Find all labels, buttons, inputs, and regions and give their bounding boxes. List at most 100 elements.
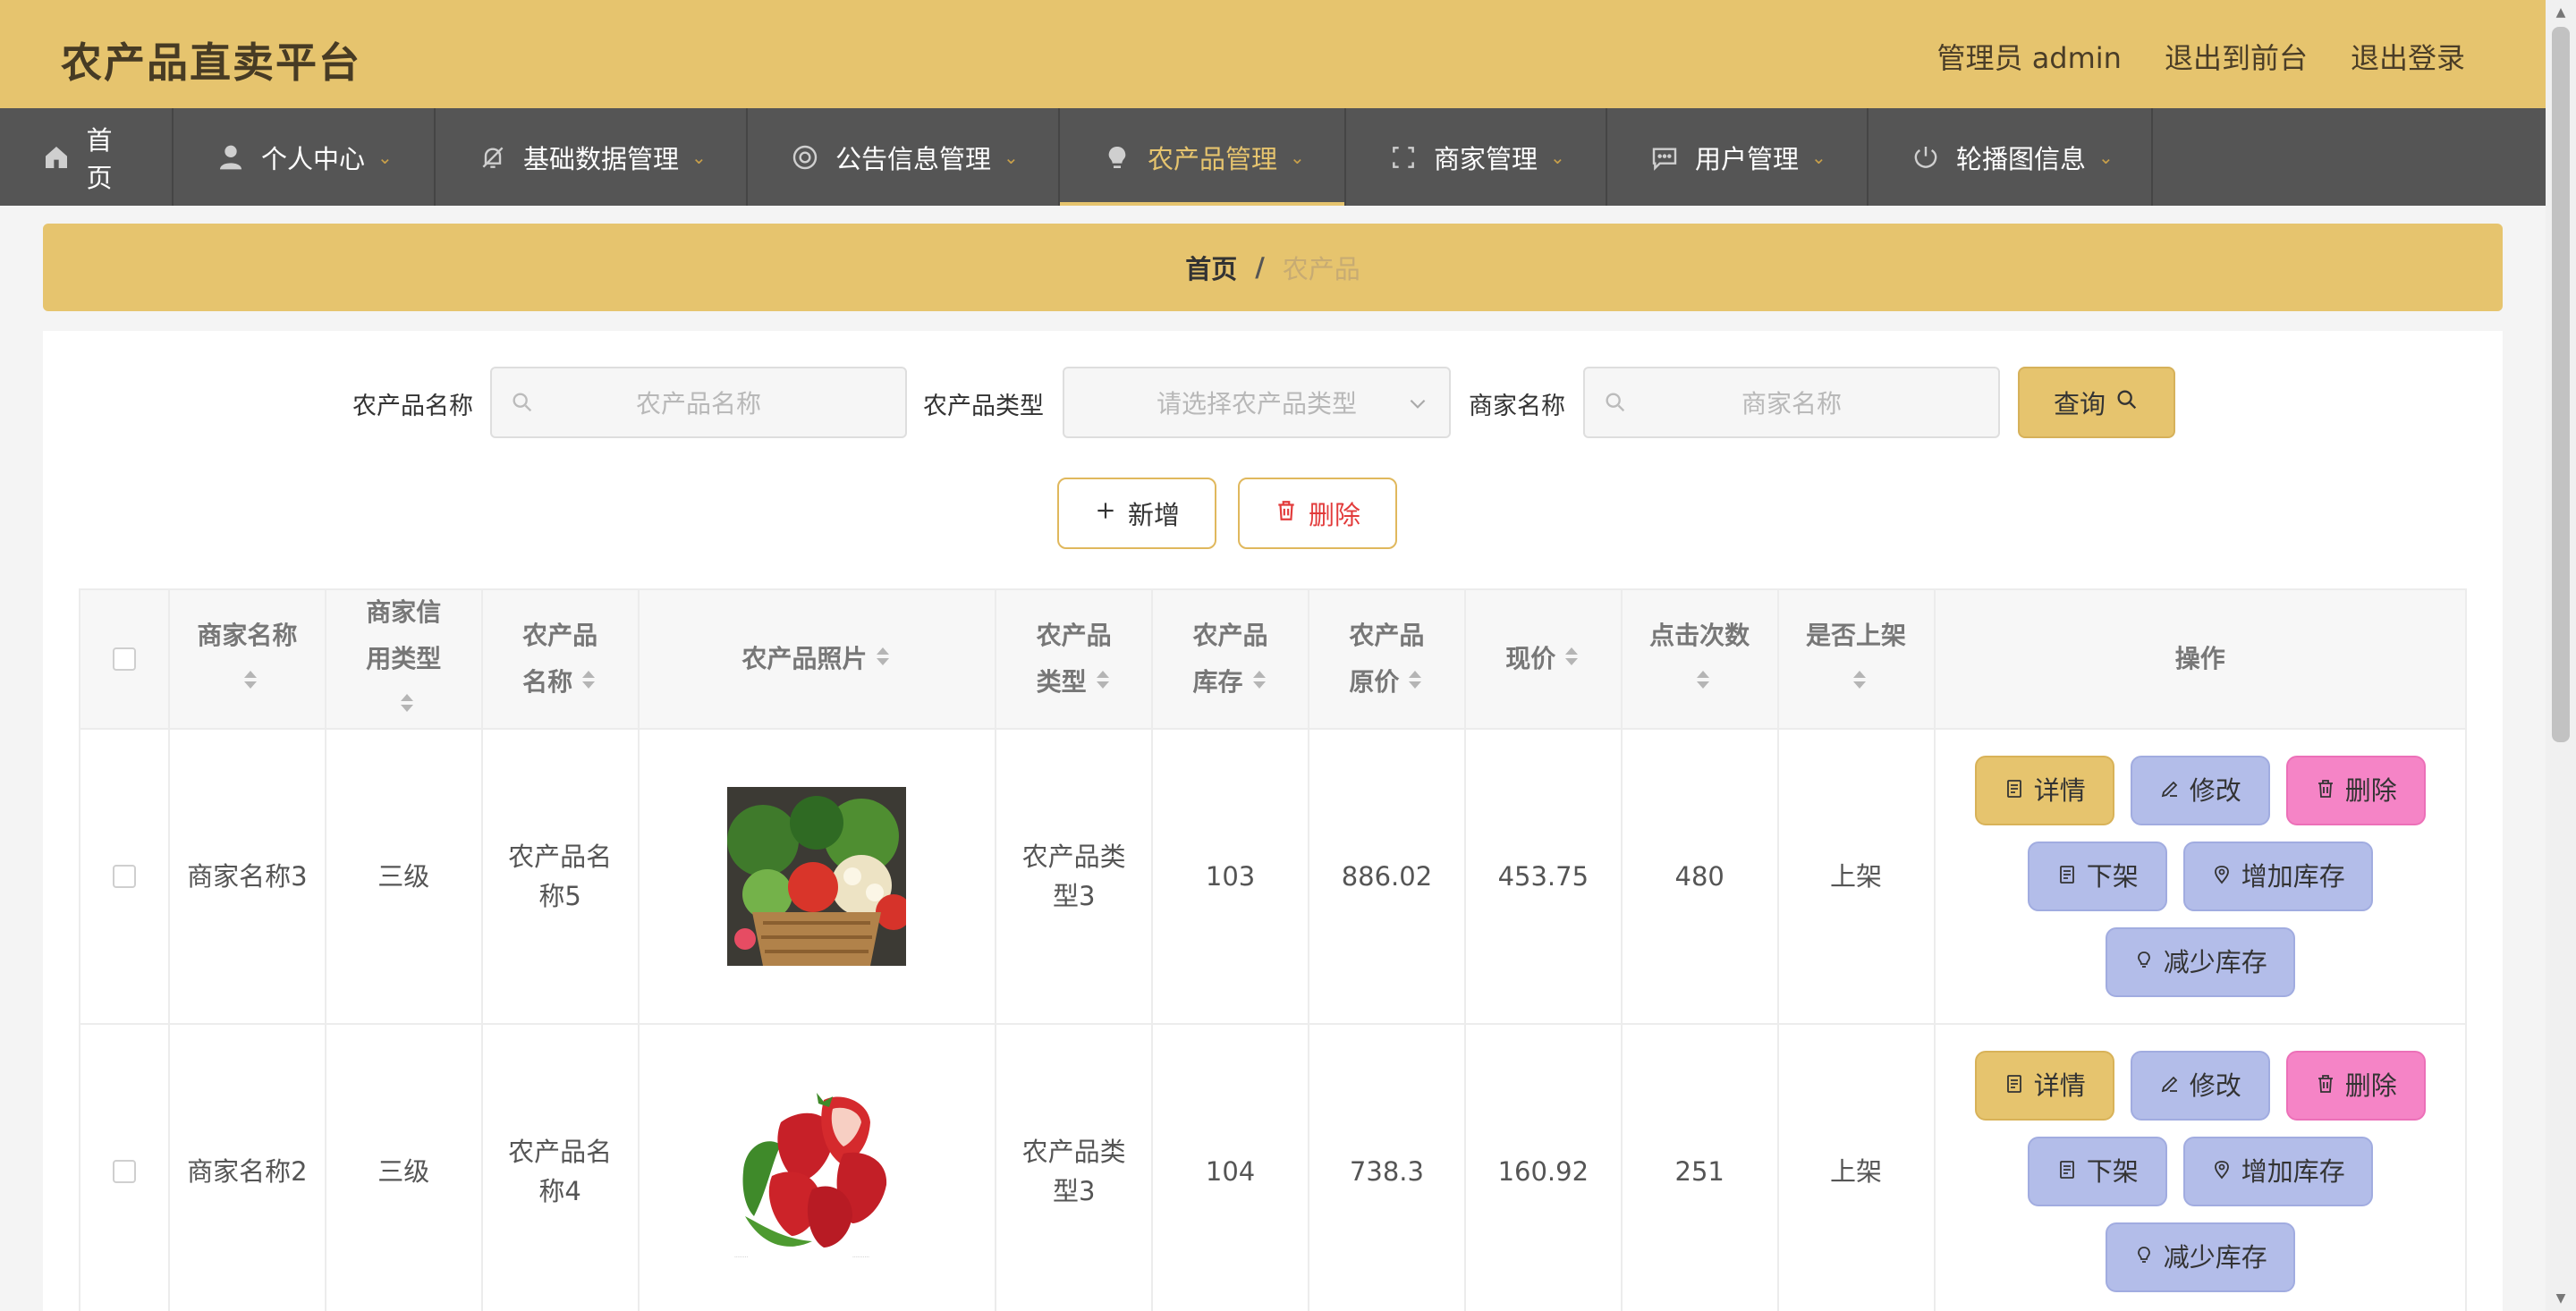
select-all-checkbox[interactable] [112,647,136,671]
row-actions-line: 下架 增加库存 [2027,1137,2373,1206]
stock-cell: 103 [1153,730,1309,1025]
row-actions: 详情 修改 删除 下架 增加库存 减少库存 [1974,756,2426,997]
batch-delete-button[interactable]: 删除 [1238,478,1397,549]
chevron-down-icon: ⌄ [691,146,707,168]
search-icon [1603,390,1628,421]
reduce-stock-button[interactable]: 减少库存 [2105,927,2295,997]
scroll-down-arrow-icon[interactable]: ▼ [2546,1286,2576,1311]
reduce-stock-button[interactable]: 减少库存 [2105,1222,2295,1292]
sort-icon [398,683,416,730]
breadcrumb-current: 农产品 [1282,254,1360,284]
product-name-cell: 农产品名称5 [482,730,640,1025]
nav-item-basic-data[interactable]: 基础数据管理 ⌄ [436,108,748,206]
header-credit-type[interactable]: 商家信用类型 [326,590,483,730]
delete-button[interactable]: 删除 [2285,1051,2426,1121]
sort-icon [1563,637,1580,683]
sort-icon [1406,660,1424,706]
lifebuoy-icon [789,141,821,173]
header-photo[interactable]: 农产品照片 [639,590,997,730]
row-actions-line: 减少库存 [2105,927,2295,997]
top-header: 农产品直卖平台 管理员 admin 退出到前台 退出登录 [0,0,2546,108]
main-panel: 农产品名称 农产品名称 农产品类型 请选择农产品类型 商家名称 商家名称 查询 [43,331,2503,1311]
detail-label: 详情 [2033,1070,2086,1101]
header-label: 是否上架 [1806,620,1907,650]
off-shelf-button[interactable]: 下架 [2027,842,2167,911]
delete-button[interactable]: 删除 [2285,756,2426,825]
nav-item-users[interactable]: 用户管理 ⌄ [1607,108,1868,206]
header-label: 点击次数 [1649,620,1750,650]
pencil-icon [2159,1066,2181,1105]
header-on-shelf[interactable]: 是否上架 [1778,590,1936,730]
sort-icon [580,660,597,706]
header-product-type[interactable]: 农产品类型 [996,590,1154,730]
header-merchant-name[interactable]: 商家名称 [169,590,326,730]
exit-to-front-link[interactable]: 退出到前台 [2165,36,2308,77]
row-actions-line: 详情 修改 删除 [1974,1051,2426,1121]
home-icon [41,141,72,173]
credit-type-cell: 三级 [326,1025,483,1311]
header-clicks[interactable]: 点击次数 [1622,590,1779,730]
search-icon [510,390,535,421]
add-button[interactable]: 新增 [1057,478,1216,549]
off-shelf-button[interactable]: 下架 [2027,1137,2167,1206]
merchant-name-input[interactable]: 商家名称 [1583,367,2000,438]
sort-icon [1250,660,1268,706]
photo-cell: ........ .......... [640,1025,997,1311]
breadcrumb-home[interactable]: 首页 [1185,249,1237,286]
logout-link[interactable]: 退出登录 [2351,36,2465,77]
off-shelf-label: 下架 [2086,861,2139,892]
operations-cell: 详情 修改 删除 下架 增加库存 减少库存 [1936,1025,2468,1311]
nav-item-carousel[interactable]: 轮播图信息 ⌄ [1868,108,2153,206]
delete-label: 删除 [1308,500,1360,530]
header-label: 操作 [2174,644,2225,673]
power-icon [1910,141,1942,173]
strawberries-photo[interactable]: ........ .......... [727,1082,907,1261]
on-shelf-cell: 上架 [1779,1025,1936,1311]
nav-label: 首页 [86,124,113,193]
detail-button[interactable]: 详情 [1974,1051,2114,1121]
row-checkbox[interactable] [112,865,136,888]
query-button[interactable]: 查询 [2018,367,2175,438]
nav-item-merchants[interactable]: 商家管理 ⌄ [1346,108,1607,206]
reduce-stock-label: 减少库存 [2163,1242,2267,1273]
header-original-price[interactable]: 农产品原价 [1309,590,1466,730]
nav-label: 个人中心 [261,143,366,174]
lightbulb-icon [2133,943,2155,982]
app-title: 农产品直卖平台 [61,38,361,87]
edit-label: 修改 [2189,775,2241,806]
edit-button[interactable]: 修改 [2130,1051,2270,1121]
product-name-input[interactable]: 农产品名称 [490,367,907,438]
header-stock[interactable]: 农产品库存 [1153,590,1309,730]
nav-item-announcements[interactable]: 公告信息管理 ⌄ [748,108,1060,206]
scroll-thumb[interactable] [2552,27,2570,742]
add-stock-button[interactable]: 增加库存 [2182,842,2373,911]
add-stock-button[interactable]: 增加库存 [2182,1137,2373,1206]
header-current-price[interactable]: 现价 [1465,590,1623,730]
product-type-select[interactable]: 请选择农产品类型 [1063,367,1451,438]
current-price-cell: 160.92 [1466,1025,1623,1311]
nav-item-home[interactable]: 首页 [0,108,174,206]
nav-item-personal-center[interactable]: 个人中心 ⌄ [174,108,436,206]
product-type-cell: 农产品类型3 [996,730,1154,1025]
sort-icon [1094,660,1112,706]
table-row: 商家名称3 三级 农产品名称5 农产品类型3 103 886.02 453.75… [80,730,2468,1025]
row-checkbox[interactable] [112,1160,136,1183]
edit-button[interactable]: 修改 [2130,756,2270,825]
vegetable-basket-photo[interactable] [727,787,907,966]
nav-label: 农产品管理 [1148,143,1278,174]
chevron-down-icon: ⌄ [1811,146,1826,168]
vertical-scrollbar[interactable]: ▲ ▼ [2546,0,2576,1311]
product-name-placeholder: 农产品名称 [635,389,761,419]
photo-cell [639,730,997,1025]
on-shelf-cell: 上架 [1778,730,1936,1025]
admin-user-label[interactable]: 管理员 admin [1937,36,2122,77]
reduce-stock-label: 减少库存 [2163,947,2267,977]
chat-icon [1648,141,1681,173]
frame-icon [1387,141,1419,173]
header-product-name[interactable]: 农产品名称 [482,590,640,730]
scroll-up-arrow-icon[interactable]: ▲ [2546,0,2576,25]
detail-button[interactable]: 详情 [1974,756,2114,825]
nav-item-products[interactable]: 农产品管理 ⌄ [1060,108,1346,206]
row-select-cell [80,1025,170,1311]
header-label: 农产品照片 [741,643,868,673]
